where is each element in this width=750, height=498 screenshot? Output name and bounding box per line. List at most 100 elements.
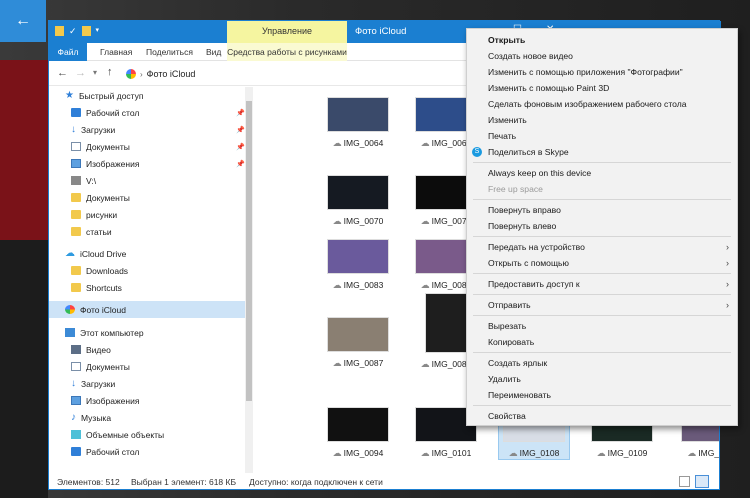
nav-item[interactable]: Downloads [49, 262, 245, 279]
file-tile[interactable]: ☁ IMG_0087 [323, 317, 393, 369]
large-icons-view-button[interactable] [695, 475, 709, 488]
breadcrumb-current[interactable]: Фото iCloud [147, 69, 196, 79]
pin-icon[interactable]: 📌 [236, 109, 245, 117]
menu-item[interactable]: Передать на устройство › [467, 239, 737, 255]
nav-item[interactable]: Документы [49, 358, 245, 375]
menu-item-label: Удалить [488, 374, 521, 384]
menu-item[interactable]: Копировать [467, 334, 737, 350]
chevron-right-icon: › [726, 242, 729, 252]
menu-item[interactable]: Вырезать [467, 318, 737, 334]
navigation-scrollbar-thumb[interactable] [246, 101, 252, 401]
nav-item[interactable]: Рабочий стол 📌 [49, 104, 245, 121]
file-name: ☁ IMG_0094 [323, 448, 393, 459]
menu-item[interactable]: Изменить [467, 112, 737, 128]
nav-item-label: Загрузки [81, 124, 116, 135]
nav-item[interactable]: Рабочий стол [49, 443, 245, 460]
nav-item[interactable]: Этот компьютер [49, 324, 245, 341]
menu-item[interactable]: Изменить с помощью Paint 3D [467, 80, 737, 96]
menu-item-label: Передать на устройство [488, 242, 585, 252]
nav-item[interactable]: ★ Быстрый доступ [49, 87, 245, 104]
nav-item[interactable]: статьи [49, 223, 245, 240]
nav-item[interactable]: Изображения 📌 [49, 155, 245, 172]
pin-icon[interactable]: 📌 [236, 126, 245, 134]
image-thumbnail [327, 407, 389, 442]
file-tile[interactable]: ☁ IMG_0070 [323, 175, 393, 227]
nav-item[interactable]: V:\ [49, 172, 245, 189]
menu-item[interactable]: Открыть с помощью › [467, 255, 737, 271]
menu-item-label: Отправить [488, 300, 531, 310]
forward-icon[interactable]: → [75, 67, 86, 79]
menu-item-label: Открыть [488, 35, 526, 45]
file-tile[interactable]: ☁ IMG_0094 [323, 407, 393, 459]
menu-separator [473, 405, 731, 406]
download-icon: ↓ [71, 124, 76, 135]
nav-item[interactable]: Фото iCloud [49, 301, 245, 318]
file-name-text: IMG_0083 [343, 280, 384, 290]
nav-item[interactable]: Видео [49, 341, 245, 358]
tab-share[interactable]: Поделиться [137, 43, 202, 61]
cloud-status-icon: ☁ [508, 448, 518, 458]
star-icon: ★ [65, 90, 74, 101]
nav-item[interactable]: ☁ iCloud Drive [49, 245, 245, 262]
new-folder-icon[interactable] [81, 26, 91, 36]
nav-item[interactable]: Документы 📌 [49, 138, 245, 155]
folder-icon [71, 266, 81, 275]
menu-item[interactable]: Отправить › [467, 297, 737, 313]
menu-item[interactable]: Создать новое видео [467, 48, 737, 64]
menu-item[interactable]: Свойства [467, 408, 737, 424]
nav-item[interactable]: Объемные объекты [49, 426, 245, 443]
menu-item-label: Поделиться в Skype [488, 147, 569, 157]
address-field[interactable]: › Фото iCloud [121, 65, 471, 83]
folder-icon [71, 227, 81, 236]
folder-icon [71, 193, 81, 202]
tab-home[interactable]: Главная [91, 43, 141, 61]
photos-icon [65, 305, 75, 314]
tab-view[interactable]: Вид [197, 43, 230, 61]
back-arrow-button[interactable]: ← [0, 0, 46, 42]
menu-item-label: Предоставить доступ к [488, 279, 580, 289]
menu-item-label: Создать ярлык [488, 358, 548, 368]
pin-icon[interactable]: 📌 [236, 143, 245, 151]
nav-item[interactable]: Изображения [49, 392, 245, 409]
nav-item[interactable]: рисунки [49, 206, 245, 223]
file-tile[interactable]: ☁ IMG_0064 [323, 97, 393, 149]
customize-dropdown-icon[interactable]: ▾ [96, 26, 100, 36]
menu-item[interactable]: Удалить [467, 371, 737, 387]
tab-picture-tools[interactable]: Средства работы с рисунками [227, 43, 347, 61]
nav-item[interactable]: Документы [49, 189, 245, 206]
back-icon[interactable]: ← [57, 67, 68, 79]
menu-separator [473, 199, 731, 200]
menu-item[interactable]: Always keep on this device [467, 165, 737, 181]
menu-item[interactable]: Сделать фоновым изображением рабочего ст… [467, 96, 737, 112]
menu-item[interactable]: Повернуть влево [467, 218, 737, 234]
nav-item[interactable]: ↓ Загрузки 📌 [49, 121, 245, 138]
cloud-status-icon: ☁ [420, 216, 430, 226]
file-name: ☁ IMG_0083 [323, 280, 393, 291]
file-tile[interactable]: ☁ IMG_0083 [323, 239, 393, 291]
desktop-wallpaper-dark [0, 240, 48, 498]
menu-item[interactable]: Открыть [467, 32, 737, 48]
details-view-button[interactable] [679, 476, 690, 487]
nav-item[interactable]: ↓ Загрузки [49, 375, 245, 392]
menu-item[interactable]: Создать ярлык [467, 355, 737, 371]
tab-file[interactable]: Файл [49, 43, 87, 61]
nav-item-label: статьи [86, 226, 112, 237]
checkmark-icon[interactable]: ✓ [69, 26, 77, 36]
folder-icon[interactable] [55, 26, 64, 36]
nav-item[interactable]: ♪ Музыка [49, 409, 245, 426]
recent-locations-icon[interactable]: ▾ [93, 68, 97, 77]
image-thumbnail [425, 293, 467, 353]
menu-item[interactable]: Печать [467, 128, 737, 144]
up-arrow-icon[interactable]: ↑ [107, 66, 113, 78]
nav-item-label: рисунки [86, 209, 118, 220]
menu-item[interactable]: Повернуть вправо [467, 202, 737, 218]
nav-item[interactable]: Shortcuts [49, 279, 245, 296]
menu-item[interactable]: S Поделиться в Skype [467, 144, 737, 160]
file-name-text: IMG_0111 [698, 448, 719, 458]
3d-objects-icon [71, 430, 81, 439]
menu-item[interactable]: Изменить с помощью приложения "Фотографи… [467, 64, 737, 80]
nav-item-label: Shortcuts [86, 282, 122, 293]
menu-item[interactable]: Предоставить доступ к › [467, 276, 737, 292]
menu-item[interactable]: Переименовать [467, 387, 737, 403]
pin-icon[interactable]: 📌 [236, 160, 245, 168]
